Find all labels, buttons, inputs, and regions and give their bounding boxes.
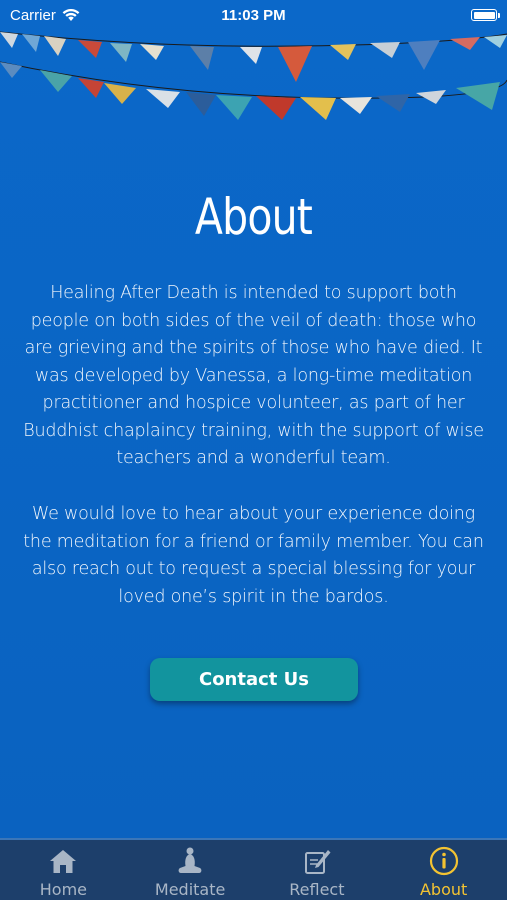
home-icon xyxy=(48,846,78,876)
tab-meditate-label: Meditate xyxy=(154,880,226,899)
about-screen: Carrier 11:03 PM About Healing After Dea… xyxy=(0,0,507,900)
feedback-invitation: We would love to hear about your experie… xyxy=(23,504,484,607)
status-bar: Carrier 11:03 PM xyxy=(0,0,507,30)
tab-meditate[interactable]: Meditate xyxy=(127,840,254,900)
reflect-icon xyxy=(302,846,332,876)
clock: 11:03 PM xyxy=(221,6,286,24)
tab-about-label: About xyxy=(419,880,468,899)
page-title: About xyxy=(194,188,313,246)
about-description: Healing After Death is intended to suppo… xyxy=(23,283,484,468)
tab-home-label: Home xyxy=(39,880,87,899)
meditate-icon xyxy=(175,846,205,876)
battery-icon xyxy=(471,9,500,21)
carrier-label: Carrier xyxy=(10,6,56,24)
wifi-icon xyxy=(62,8,80,21)
tab-reflect-label: Reflect xyxy=(289,880,345,899)
tab-home[interactable]: Home xyxy=(0,840,127,900)
tab-about[interactable]: About xyxy=(380,840,507,900)
contact-us-button[interactable]: Contact Us xyxy=(150,658,358,701)
tab-bar: Home Meditate Reflect About xyxy=(0,838,507,900)
tab-reflect[interactable]: Reflect xyxy=(254,840,381,900)
info-icon xyxy=(429,846,459,876)
